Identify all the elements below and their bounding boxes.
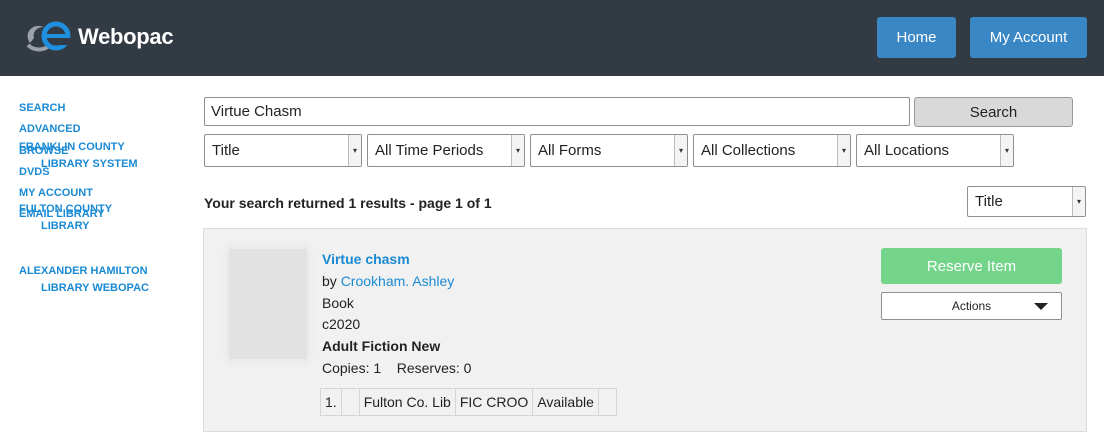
sidebar-link-search[interactable]: SEARCH <box>19 98 189 119</box>
result-card: Virtue chasm by Crookham. Ashley Book c2… <box>203 228 1087 432</box>
form-select[interactable]: All Forms ▾ <box>530 134 688 167</box>
sidebar-link-advanced[interactable]: ADVANCED <box>19 119 189 140</box>
actions-label: Actions <box>951 299 992 313</box>
holding-status: Available <box>532 388 599 416</box>
select-value: All Locations <box>864 142 950 159</box>
result-format: Book <box>322 295 354 311</box>
reserve-item-button[interactable]: Reserve Item <box>881 248 1062 284</box>
cover-thumbnail[interactable] <box>229 249 307 359</box>
logo[interactable]: Webopac <box>22 19 174 55</box>
holding-cell <box>340 388 360 416</box>
select-value: Title <box>212 142 240 159</box>
library-name-line2: LIBRARY SYSTEM <box>41 158 138 170</box>
sort-select[interactable]: Title ▾ <box>967 186 1086 217</box>
my-account-button[interactable]: My Account <box>970 17 1087 58</box>
search-field-select[interactable]: Title ▾ <box>204 134 362 167</box>
home-button[interactable]: Home <box>877 17 956 58</box>
location-select[interactable]: All Locations ▾ <box>856 134 1014 167</box>
results-summary: Your search returned 1 results - page 1 … <box>204 195 492 211</box>
header-bar: Webopac Home My Account <box>0 0 1104 76</box>
library-name-line1: FULTON COUNTY <box>19 203 113 215</box>
result-title-link[interactable]: Virtue chasm <box>322 251 410 267</box>
search-button[interactable]: Search <box>914 97 1073 127</box>
select-value: Title <box>975 193 1003 210</box>
webopac-logo-icon <box>22 19 74 55</box>
select-arrow-icon: ▾ <box>837 135 850 166</box>
result-byline: by Crookham. Ashley <box>322 273 454 289</box>
select-arrow-icon: ▾ <box>511 135 524 166</box>
select-arrow-icon: ▾ <box>348 135 361 166</box>
library-name-line2: LIBRARY <box>41 220 90 232</box>
select-arrow-icon: ▾ <box>1000 135 1013 166</box>
library-name-line2: LIBRARY WEBOPAC <box>41 282 149 294</box>
library-link-franklin-county[interactable]: FRANKLIN COUNTY LIBRARY SYSTEM <box>19 139 138 173</box>
byline-prefix: by <box>322 273 341 289</box>
actions-dropdown[interactable]: Actions <box>881 292 1062 320</box>
holding-call-number: FIC CROO <box>454 388 534 416</box>
table-row: 1. Fulton Co. Lib FIC CROO Available <box>320 388 617 416</box>
select-value: All Time Periods <box>375 142 484 159</box>
select-value: All Collections <box>701 142 796 159</box>
select-arrow-icon: ▾ <box>674 135 687 166</box>
holding-number: 1. <box>320 388 342 416</box>
collection-select[interactable]: All Collections ▾ <box>693 134 851 167</box>
result-collection: Adult Fiction New <box>322 338 441 354</box>
author-link[interactable]: Crookham. Ashley <box>341 273 455 289</box>
result-copies: Copies: 1 Reserves: 0 <box>322 360 471 376</box>
library-name-line1: ALEXANDER HAMILTON <box>19 265 148 277</box>
search-input[interactable] <box>204 97 910 126</box>
library-link-fulton-county[interactable]: FULTON COUNTY LIBRARY <box>19 201 112 235</box>
library-name-line1: FRANKLIN COUNTY <box>19 141 125 153</box>
caret-down-icon <box>1034 303 1048 310</box>
result-date: c2020 <box>322 316 361 332</box>
holding-location: Fulton Co. Lib <box>358 388 456 416</box>
select-arrow-icon: ▾ <box>1072 187 1085 216</box>
time-period-select[interactable]: All Time Periods ▾ <box>367 134 525 167</box>
logo-text: Webopac <box>78 24 174 49</box>
library-link-alexander-hamilton[interactable]: ALEXANDER HAMILTON LIBRARY WEBOPAC <box>19 263 149 297</box>
copies-count: Copies: 1 <box>322 360 382 376</box>
holdings-table: 1. Fulton Co. Lib FIC CROO Available <box>320 388 617 416</box>
reserves-count: Reserves: 0 <box>396 360 472 376</box>
holding-cell <box>597 388 617 416</box>
select-value: All Forms <box>538 142 602 159</box>
